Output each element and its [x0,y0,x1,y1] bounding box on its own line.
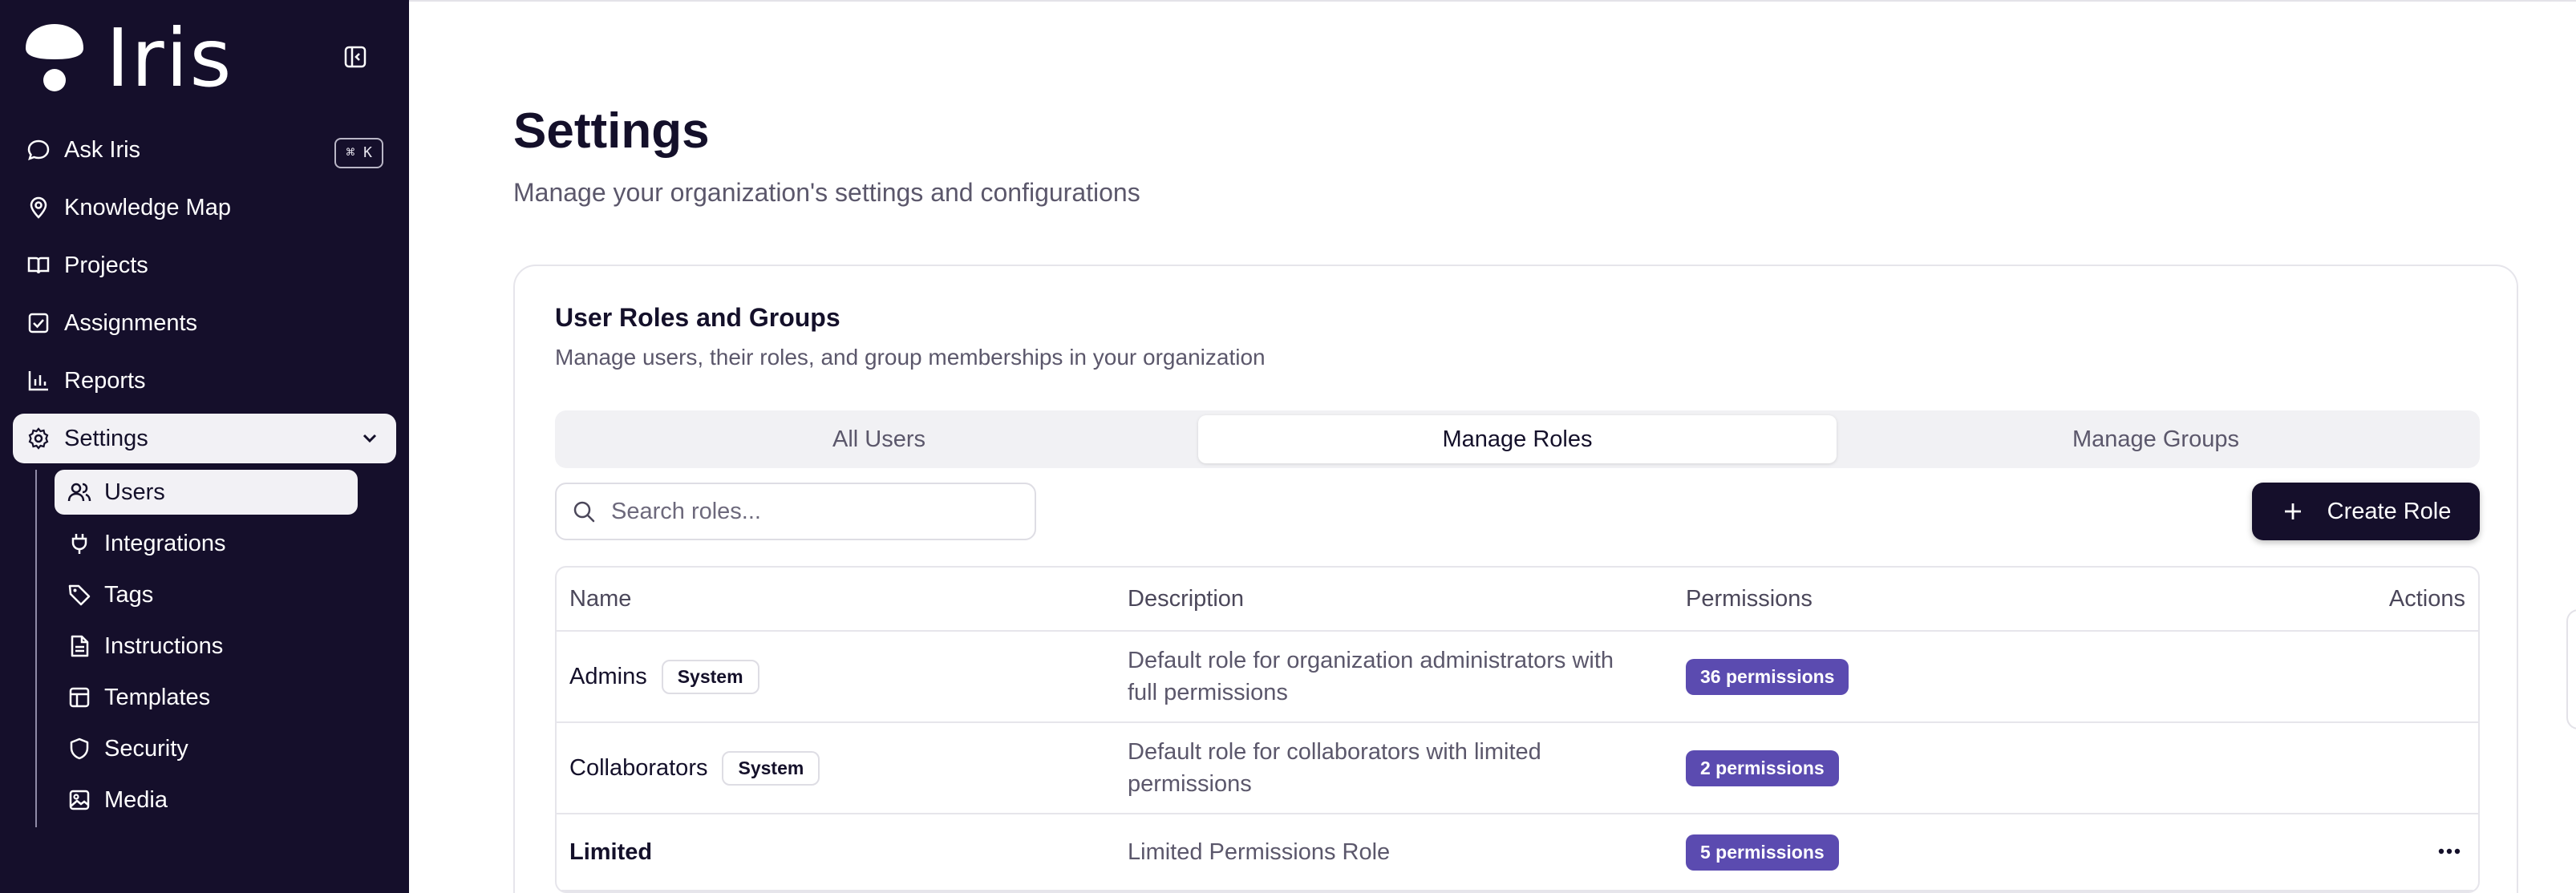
nav-item-label: Knowledge Map [64,194,231,220]
nav-item-settings[interactable]: Settings [13,414,396,463]
top-divider [409,0,2576,2]
search-input[interactable] [611,498,1028,525]
subnav-item-label: Users [104,479,165,505]
collapse-sidebar-icon[interactable] [343,45,367,69]
logo[interactable]: Iris [24,11,233,105]
bar-chart-icon [26,368,51,394]
permissions-badge[interactable]: 2 permissions [1686,750,1839,786]
subnav-item-tags[interactable]: Tags [55,572,358,617]
system-badge: System [661,659,759,694]
search-icon [573,501,595,523]
nav-item-label: Assignments [64,309,198,336]
role-name-cell: Limited [557,839,1115,866]
role-name-cell: Admins System [557,659,1115,694]
nav-item-ask-iris[interactable]: Ask Iris ⌘ K [13,125,396,175]
subnav-item-users[interactable]: Users [55,470,358,515]
role-permissions-cell: 36 permissions [1673,658,2315,695]
table-row[interactable]: Admins System Default role for organizat… [557,632,2478,723]
main-nav: Ask Iris ⌘ K Knowledge Map Projects Assi… [13,125,396,471]
permissions-badge[interactable]: 5 permissions [1686,834,1839,871]
users-icon [67,480,91,504]
document-icon [67,634,91,658]
subnav-item-label: Security [104,735,188,762]
permissions-badge[interactable]: 36 permissions [1686,658,1849,695]
tab-all-users[interactable]: All Users [560,415,1198,463]
role-permissions-cell: 5 permissions [1673,834,2315,871]
create-role-button[interactable]: Create Role [2252,483,2480,540]
subnav-item-label: Tags [104,581,154,608]
subnav-item-media[interactable]: Media [55,778,358,822]
tab-bar: All Users Manage Roles Manage Groups [555,410,2480,468]
card-subtitle: Manage users, their roles, and group mem… [555,345,1266,370]
sidebar: Iris Ask Iris ⌘ K Knowledge Map Projects [0,0,409,893]
table-row[interactable]: Collaborators System Default role for co… [557,723,2478,814]
plus-icon [2284,503,2301,519]
tab-manage-groups[interactable]: Manage Groups [1837,415,2475,463]
tab-manage-roles[interactable]: Manage Roles [1198,415,1837,463]
system-badge: System [722,750,820,786]
card-title: User Roles and Groups [555,303,840,332]
nav-item-projects[interactable]: Projects [13,240,396,290]
plug-icon [67,531,91,556]
page-title: Settings [513,103,710,159]
shield-icon [67,737,91,761]
settings-subnav: Users Integrations Tags Instructions Tem… [35,470,372,827]
nav-item-label: Projects [64,252,148,278]
subnav-item-instructions[interactable]: Instructions [55,624,358,669]
table-row[interactable]: Limited Limited Permissions Role 5 permi… [557,814,2478,891]
role-name: Limited [569,838,653,865]
gear-icon [26,426,51,451]
book-open-icon [26,253,51,278]
chevron-down-icon[interactable] [358,426,382,451]
role-description: Limited Permissions Role [1128,839,1391,865]
nav-item-assignments[interactable]: Assignments [13,298,396,348]
nav-item-knowledge-map[interactable]: Knowledge Map [13,183,396,232]
column-header-description[interactable]: Description [1115,583,1673,615]
nav-item-label: Ask Iris [64,136,141,163]
tag-icon [67,583,91,607]
role-description: Default role for organization administra… [1128,648,1614,705]
logo-text: Iris [106,11,233,105]
side-panel-handle[interactable] [2566,609,2576,729]
table-header: Name Description Permissions Actions [557,568,2478,632]
role-actions-cell [2315,839,2478,866]
nav-item-label: Reports [64,367,146,394]
map-pin-icon [26,195,51,220]
subnav-item-label: Instructions [104,632,224,659]
role-name: Admins [569,663,647,689]
roles-table: Name Description Permissions Actions Adm… [555,566,2480,893]
nav-item-label: Settings [64,425,148,451]
subnav-item-integrations[interactable]: Integrations [55,521,358,566]
role-name: Collaborators [569,754,708,781]
image-icon [67,788,91,812]
role-name-cell: Collaborators System [557,750,1115,786]
column-header-permissions[interactable]: Permissions [1673,586,2315,612]
subnav-item-label: Media [104,786,168,813]
column-header-name[interactable]: Name [557,586,1115,612]
nav-item-reports[interactable]: Reports [13,356,396,406]
shortcut-badge: ⌘ K [334,138,383,168]
column-header-actions: Actions [2388,585,2465,612]
search-box[interactable] [555,483,1036,540]
page-subtitle: Manage your organization's settings and … [513,178,1140,207]
logo-mark-icon [26,24,83,91]
subnav-item-templates[interactable]: Templates [55,675,358,720]
chat-bubble-icon [26,137,51,163]
layout-template-icon [67,685,91,709]
subnav-item-label: Templates [104,684,211,710]
role-permissions-cell: 2 permissions [1673,750,2315,786]
create-role-label: Create Role [2327,498,2452,524]
more-actions-icon[interactable] [2433,843,2465,859]
user-roles-card: User Roles and Groups Manage users, thei… [513,265,2518,893]
role-description: Default role for collaborators with limi… [1128,739,1541,797]
subnav-item-label: Integrations [104,530,226,556]
subnav-item-security[interactable]: Security [55,726,358,771]
checkbox-icon [26,310,51,336]
